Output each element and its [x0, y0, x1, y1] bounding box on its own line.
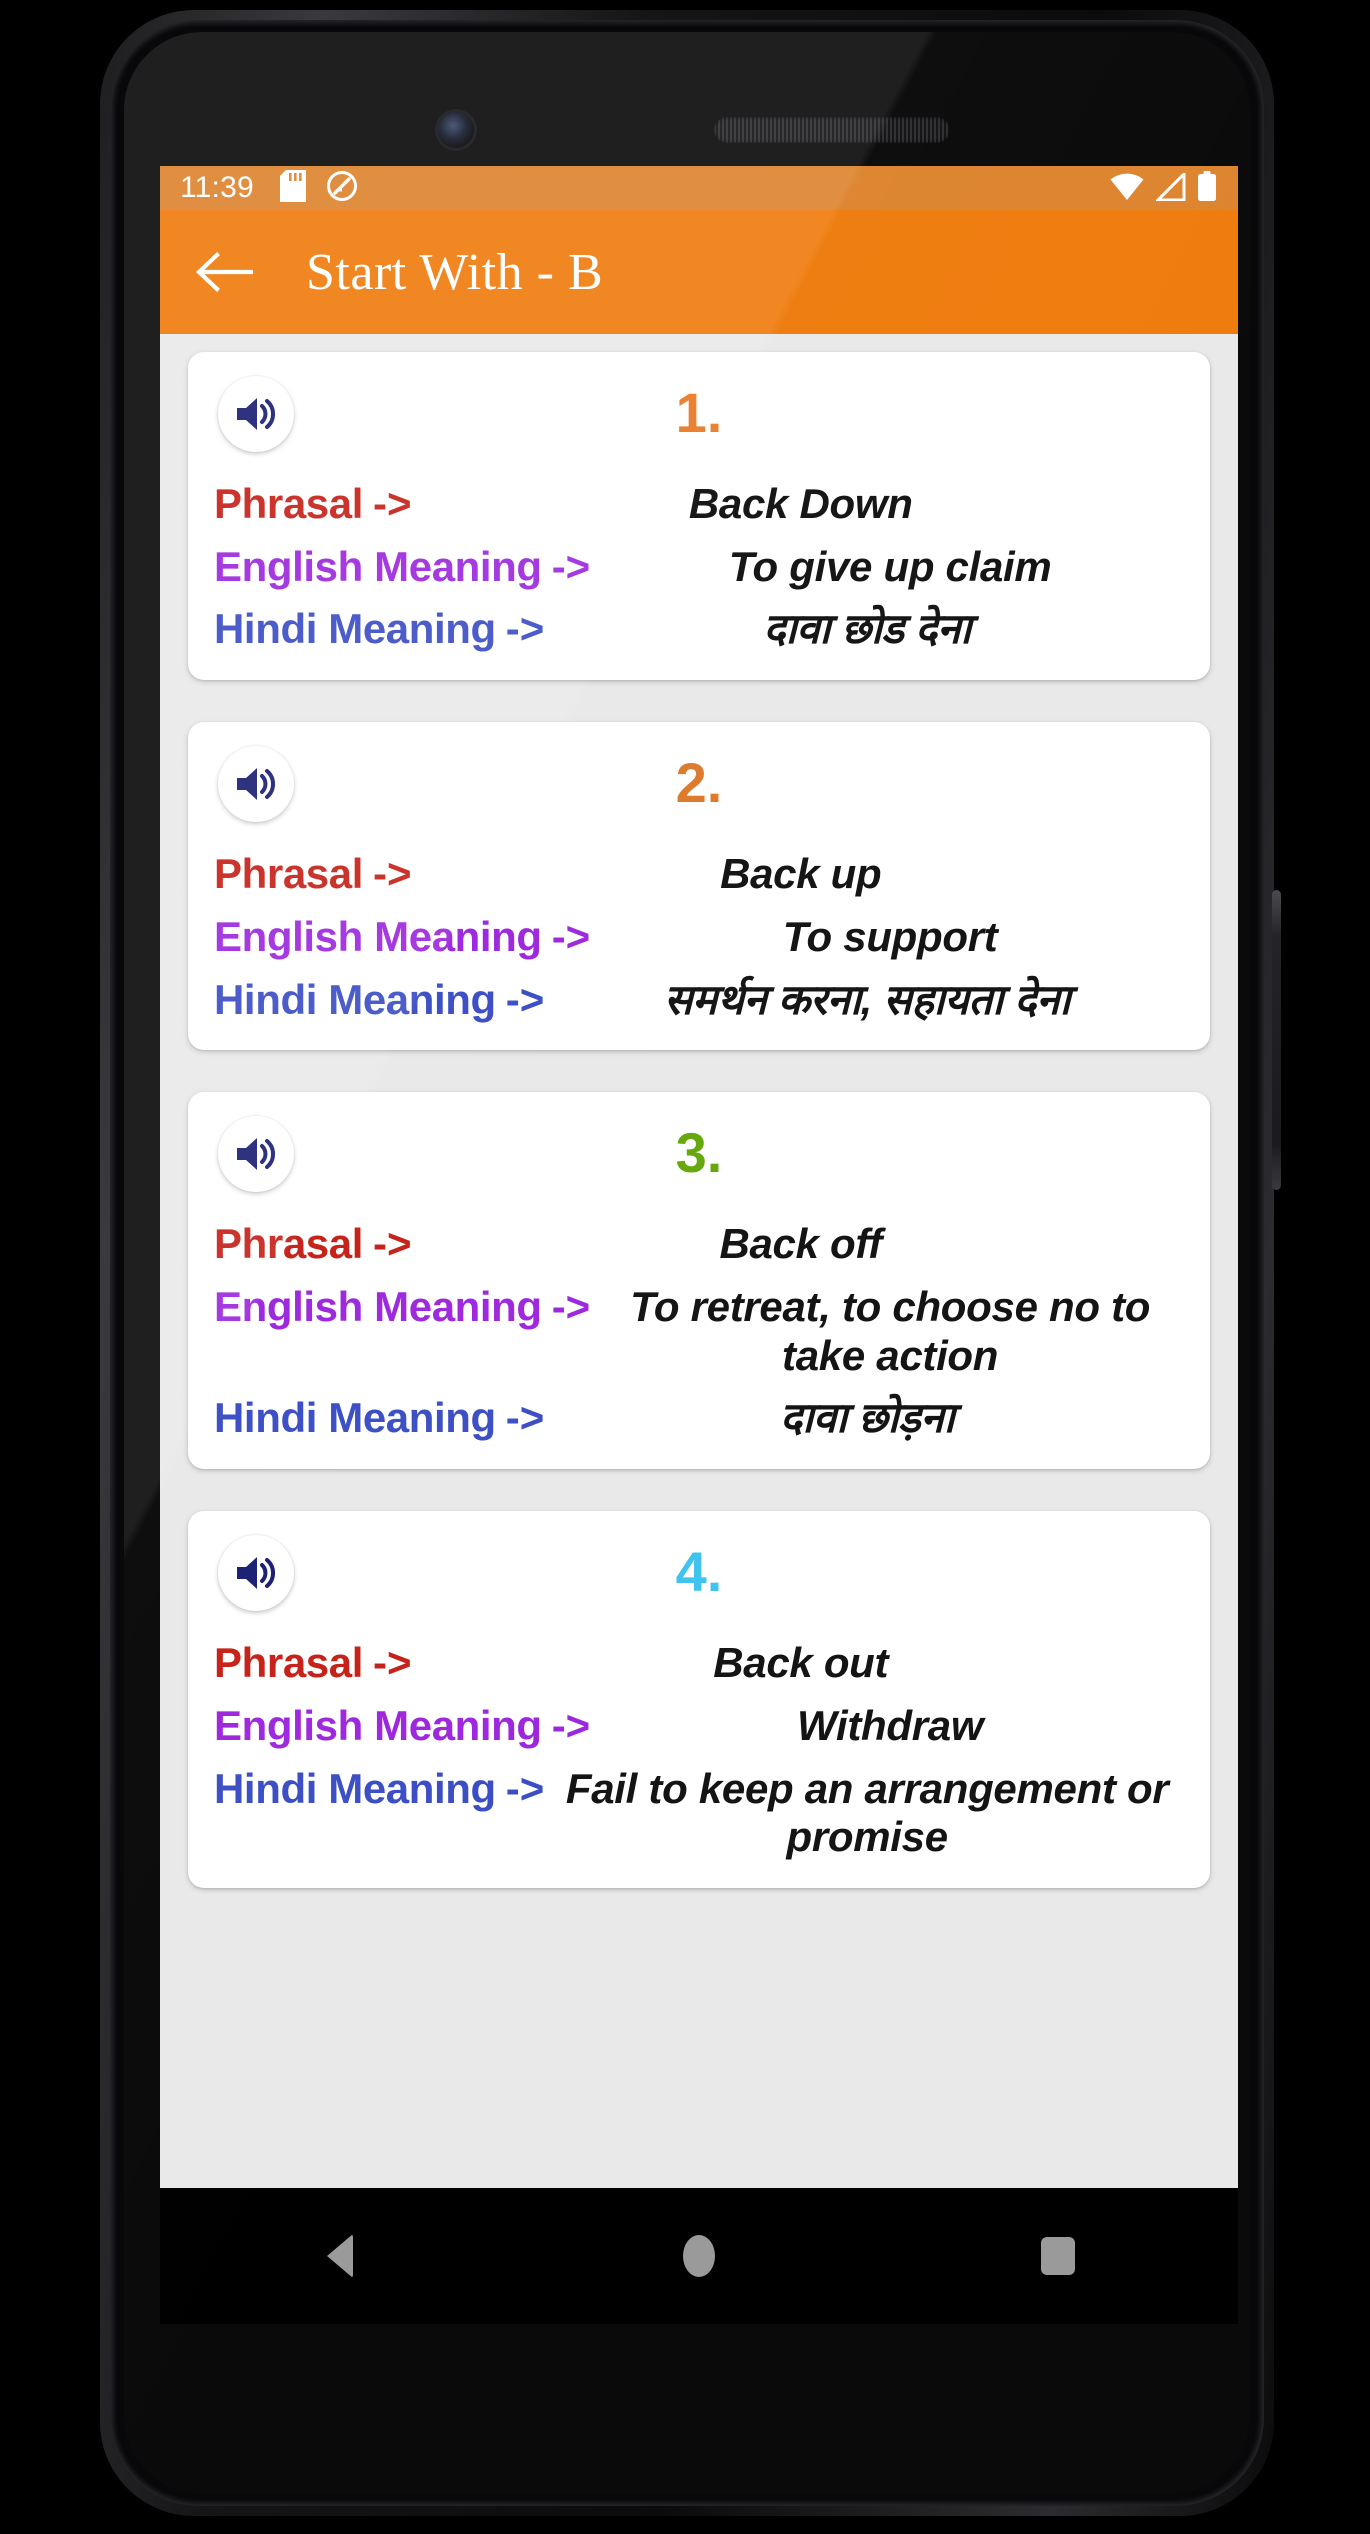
phrasal-arrow-icon: ->	[372, 1220, 412, 1268]
nav-home-button[interactable]	[639, 2206, 759, 2306]
back-button[interactable]	[192, 240, 256, 304]
nav-back-button[interactable]	[280, 2206, 400, 2306]
hindi-row: Hindi Meaning -> Fail to keep an arrange…	[214, 1765, 1184, 1862]
screenshot-root: 11:39 Start With - B 1. Phrasal -> Back …	[0, 0, 1370, 2534]
english-row: English Meaning -> Withdraw	[214, 1702, 1184, 1751]
card-number: 1.	[675, 381, 723, 444]
power-button[interactable]	[1272, 890, 1281, 1190]
hindi-value: दावा छोड देना	[763, 605, 971, 653]
list-item[interactable]: 4. Phrasal -> Back out English Meaning -…	[188, 1511, 1210, 1889]
hindi-value: दावा छोड़ना	[780, 1394, 955, 1442]
hindi-label: Hindi Meaning	[214, 975, 496, 1023]
english-arrow-icon: ->	[551, 912, 591, 960]
back-nav-icon	[326, 2234, 353, 2278]
front-camera-icon	[438, 112, 474, 148]
recents-nav-icon	[1041, 2237, 1076, 2275]
phrasal-value: Back out	[713, 1639, 889, 1687]
english-value: To support	[782, 912, 998, 960]
app-screen: 11:39 Start With - B 1. Phrasal -> Back …	[160, 166, 1238, 2188]
english-arrow-icon: ->	[551, 542, 591, 590]
phrasal-row: Phrasal -> Back up	[214, 850, 1184, 899]
do-not-disturb-icon	[326, 170, 358, 207]
wifi-icon	[1110, 173, 1144, 206]
card-header: 4.	[214, 1533, 1184, 1625]
hindi-label: Hindi Meaning	[214, 1394, 496, 1442]
list-item[interactable]: 3. Phrasal -> Back off English Meaning -…	[188, 1092, 1210, 1470]
card-number: 3.	[675, 1121, 723, 1185]
english-label: English Meaning	[214, 912, 542, 960]
hindi-arrow-icon: ->	[505, 605, 545, 653]
phrasal-arrow-icon: ->	[372, 1639, 412, 1687]
battery-icon	[1198, 170, 1216, 206]
hindi-label: Hindi Meaning	[214, 605, 496, 653]
phrasal-value: Back up	[720, 850, 882, 898]
phrasal-row: Phrasal -> Back off	[214, 1220, 1184, 1269]
signal-icon	[1154, 169, 1186, 206]
phrasal-arrow-icon: ->	[372, 480, 412, 527]
english-label: English Meaning	[214, 542, 542, 590]
hindi-arrow-icon: ->	[505, 975, 545, 1023]
english-row: English Meaning -> To retreat, to choose…	[214, 1283, 1184, 1380]
phrasal-label: Phrasal	[214, 1639, 363, 1687]
app-bar: Start With - B	[160, 210, 1238, 334]
card-header: 1.	[214, 374, 1184, 466]
english-label: English Meaning	[214, 1283, 542, 1331]
nav-recents-button[interactable]	[998, 2206, 1118, 2306]
english-label: English Meaning	[214, 1701, 542, 1749]
status-bar-clock: 11:39	[180, 171, 254, 204]
phrasal-label: Phrasal	[214, 480, 363, 527]
english-value: To give up claim	[728, 542, 1052, 590]
list-item[interactable]: 2. Phrasal -> Back up English Meaning ->…	[188, 722, 1210, 1051]
hindi-label: Hindi Meaning	[214, 1764, 496, 1812]
status-bar-right-icons	[1110, 169, 1216, 206]
page-title: Start With - B	[306, 243, 604, 301]
english-arrow-icon: ->	[551, 1701, 591, 1749]
home-nav-icon	[682, 2235, 715, 2277]
phrasal-row: Phrasal -> Back Down	[214, 480, 1184, 529]
phrasal-label: Phrasal	[214, 1220, 363, 1268]
english-row: English Meaning -> To give up claim	[214, 543, 1184, 592]
phrasal-row: Phrasal -> Back out	[214, 1639, 1184, 1688]
android-navigation-bar	[160, 2188, 1238, 2324]
hindi-value: समर्थन करना, सहायता देना	[664, 975, 1071, 1023]
list-item[interactable]: 1. Phrasal -> Back Down English Meaning …	[188, 352, 1210, 681]
status-bar-left-icons	[279, 169, 358, 207]
back-arrow-icon	[195, 252, 253, 292]
english-row: English Meaning -> To support	[214, 913, 1184, 962]
card-number: 2.	[675, 751, 723, 815]
hindi-row: Hindi Meaning -> समर्थन करना, सहायता देन…	[214, 976, 1184, 1025]
phrasal-verb-list[interactable]: 1. Phrasal -> Back Down English Meaning …	[160, 334, 1238, 2188]
english-arrow-icon: ->	[551, 1283, 591, 1331]
phrasal-value: Back Down	[688, 480, 913, 527]
card-header: 3.	[214, 1114, 1184, 1206]
english-value: To retreat, to choose no to take action	[630, 1283, 1151, 1379]
status-bar: 11:39	[160, 166, 1238, 210]
card-number: 4.	[675, 1540, 723, 1604]
hindi-row: Hindi Meaning -> दावा छोड़ना	[214, 1394, 1184, 1443]
sdcard-icon	[279, 169, 306, 207]
english-value: Withdraw	[796, 1701, 984, 1749]
phrasal-value: Back off	[719, 1220, 883, 1268]
hindi-arrow-icon: ->	[505, 1394, 545, 1442]
hindi-row: Hindi Meaning -> दावा छोड देना	[214, 605, 1184, 654]
card-header: 2.	[214, 744, 1184, 836]
hindi-arrow-icon: ->	[505, 1764, 545, 1812]
earpiece-speaker-grille	[714, 117, 950, 143]
phrasal-label: Phrasal	[214, 850, 363, 898]
phrasal-arrow-icon: ->	[372, 850, 412, 898]
hindi-value: Fail to keep an arrangement or promise	[565, 1764, 1169, 1861]
